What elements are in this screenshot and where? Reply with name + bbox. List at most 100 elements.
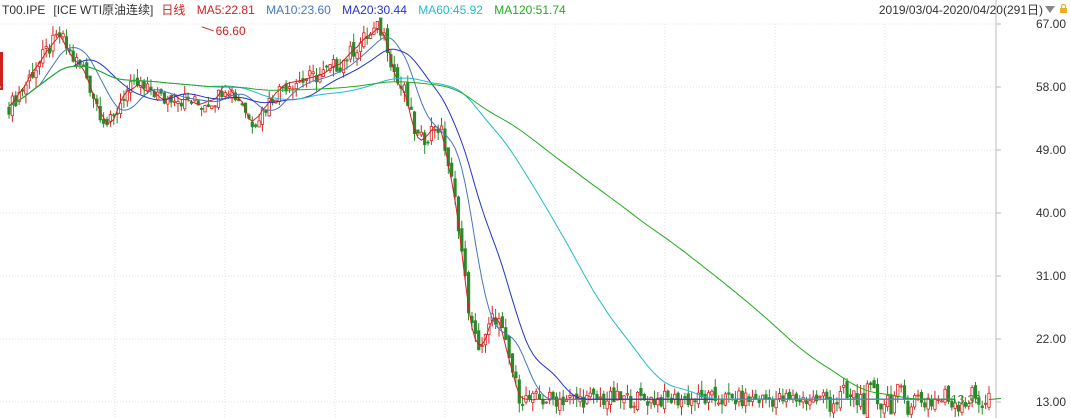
low-price-label: 13.36 [951,392,981,406]
candle-body [815,394,819,402]
candle-body [304,79,308,81]
candle-body [287,86,292,89]
candle-body [595,394,599,400]
candle-body [933,398,937,410]
candle-body [629,395,633,408]
candle-body [145,83,150,92]
candle-body [206,104,210,107]
candle-body [825,391,829,400]
candle-body [940,400,944,403]
candle-body [7,106,11,115]
candle-body [500,316,504,329]
candle-body [24,84,28,95]
candle-body [720,399,724,405]
candle-body [794,393,798,402]
candle-body [865,383,869,418]
y-tick-label: 49.00 [1036,143,1066,157]
candle-body [54,33,58,36]
candle-body [858,394,863,407]
candle-body [142,80,146,89]
candle-body [179,102,183,107]
candlestick-chart: 67.00 58.00 49.00 40.00 31.00 22.00 13.00 66.6… [0,0,1066,418]
candle-body [916,394,920,397]
candle-body [906,400,910,415]
candle-body [68,49,72,52]
candle-body [227,93,231,96]
candle-body [375,21,379,29]
candle-body [112,114,116,117]
candle-body [869,382,873,385]
y-tick-label: 31.00 [1036,269,1066,283]
candle-body [909,406,913,415]
candle-body [480,345,484,347]
candle-body [537,393,542,400]
candle-body [44,46,48,49]
candle-body [554,396,559,407]
candle-body [777,393,782,399]
candle-body [926,397,930,410]
candle-body [200,107,204,110]
candle-body [683,396,687,399]
candle-body [615,390,619,401]
candle-body [875,383,880,405]
candle-body [203,105,207,113]
candle-body [527,394,532,400]
candle-body [690,398,694,406]
candle-body [804,400,809,405]
candle-body [852,390,856,399]
candle-body [325,65,329,68]
annotation-pointer [201,26,214,32]
candle-body [784,392,788,403]
y-tick-label: 58.00 [1036,80,1066,94]
candle-body [544,401,548,404]
candle-body [788,391,792,399]
candle-body [896,383,900,398]
candle-body [929,398,934,407]
annotation-pointer [988,397,1002,400]
candle-body [450,162,454,177]
candle-body [551,391,555,399]
candle-body [838,391,842,409]
candle-body [108,114,112,122]
candle-body [534,391,538,394]
candle-body [879,403,883,410]
candle-body [886,395,890,408]
candle-body [727,392,731,395]
candle-body [612,387,616,403]
candle-body [514,371,518,379]
candle-body [477,330,481,351]
candle-body [848,394,853,397]
candle-body [639,388,643,396]
candle-body [568,395,572,398]
candle-body [433,129,437,131]
candle-body [862,393,866,414]
candle-body [872,380,876,389]
candle-body [652,399,657,405]
candle-body [757,399,761,404]
candle-body [213,105,217,108]
candle-body [791,394,795,400]
candle-body [162,92,167,104]
candle-body [892,395,896,414]
candle-body [34,69,38,79]
candle-body [598,396,602,399]
candle-body [984,402,988,405]
candle-body [717,402,721,405]
candle-body [646,401,650,406]
candle-body [943,388,947,403]
candle-body [632,405,636,408]
candle-body [808,400,812,406]
candle-body [409,106,413,110]
candle-body [439,125,444,131]
candle-body [172,100,177,103]
y-tick-label: 13.00 [1036,395,1066,409]
candle-body [605,400,609,410]
candle-body [416,129,420,134]
y-tick-label: 67.00 [1036,17,1066,31]
candle-body [923,402,927,408]
candle-body [592,388,596,395]
candle-body [635,391,640,411]
candle-body [220,90,224,97]
candle-body [564,399,569,402]
candle-body [740,390,744,407]
